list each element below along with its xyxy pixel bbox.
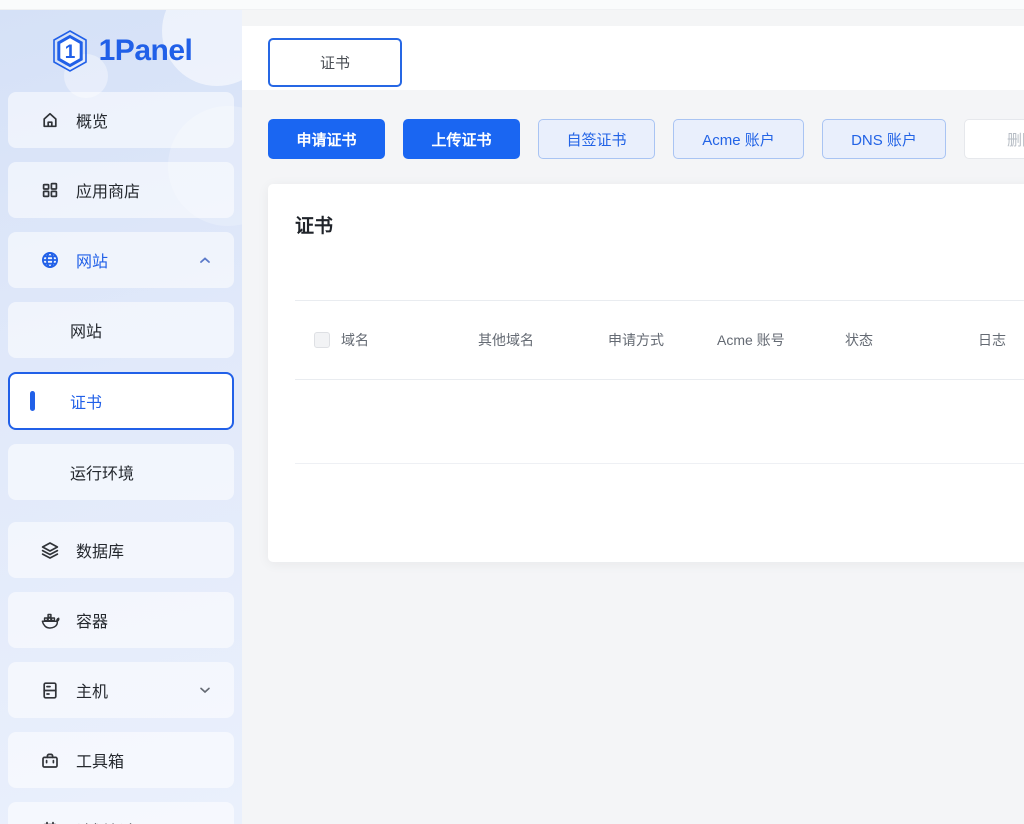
chevron-down-icon <box>198 683 212 697</box>
logo-text: 1Panel <box>99 34 193 68</box>
window-top-edge <box>0 0 1024 10</box>
tab-label: 证书 <box>320 52 350 73</box>
sidebar-subitem-website[interactable]: 网站 <box>8 302 234 358</box>
content-area: 申请证书 上传证书 自签证书 Acme 账户 DNS 账户 删除 证书 域名 其… <box>242 90 1024 824</box>
sidebar-subitem-label: 运行环境 <box>70 460 134 484</box>
sidebar-subitem-label: 证书 <box>70 389 102 413</box>
sidebar-item-label: 概览 <box>76 108 212 132</box>
sidebar-item-website[interactable]: 网站 <box>8 232 234 288</box>
main-area: 证书 申请证书 上传证书 自签证书 Acme 账户 DNS 账户 删除 证书 域… <box>242 10 1024 824</box>
card-title: 证书 <box>295 212 1024 242</box>
sidebar-item-label: 工具箱 <box>76 748 212 772</box>
top-band <box>242 10 1024 26</box>
acme-account-button[interactable]: Acme 账户 <box>673 119 804 159</box>
column-header-apply-method: 申请方式 <box>608 329 717 351</box>
sidebar-item-label: 主机 <box>76 678 198 702</box>
sidebar-nav: 概览 应用商店 网站 <box>0 92 242 824</box>
sidebar-item-label: 容器 <box>76 608 212 632</box>
sidebar-item-label: 计划任务 <box>76 818 212 824</box>
sidebar-item-label: 数据库 <box>76 538 212 562</box>
self-signed-certificate-button[interactable]: 自签证书 <box>538 119 655 159</box>
column-header-other-domains: 其他域名 <box>478 329 608 351</box>
column-header-log: 日志 <box>978 329 1024 351</box>
sidebar-item-app-store[interactable]: 应用商店 <box>8 162 234 218</box>
logo[interactable]: 1 1Panel <box>0 10 242 92</box>
column-header-domain: 域名 <box>341 329 478 351</box>
upload-certificate-button[interactable]: 上传证书 <box>403 119 520 159</box>
docker-icon <box>40 610 60 630</box>
sidebar-item-label: 应用商店 <box>76 178 212 202</box>
tab-bar: 证书 <box>242 26 1024 90</box>
dns-account-button[interactable]: DNS 账户 <box>822 119 946 159</box>
sidebar-item-label: 网站 <box>76 248 198 272</box>
certificate-card: 证书 域名 其他域名 申请方式 Acme 账号 状态 日志 <box>268 184 1024 562</box>
sidebar-item-container[interactable]: 容器 <box>8 592 234 648</box>
chevron-up-icon <box>198 253 212 267</box>
toolbar: 申请证书 上传证书 自签证书 Acme 账户 DNS 账户 删除 <box>268 119 1024 159</box>
app-grid-icon <box>40 180 60 200</box>
sidebar-item-toolbox[interactable]: 工具箱 <box>8 732 234 788</box>
globe-icon <box>40 250 60 270</box>
active-indicator-bar <box>30 391 35 411</box>
sidebar-subitem-label: 网站 <box>70 318 102 342</box>
apply-certificate-button[interactable]: 申请证书 <box>268 119 385 159</box>
sidebar-item-host[interactable]: 主机 <box>8 662 234 718</box>
certificate-table: 域名 其他域名 申请方式 Acme 账号 状态 日志 <box>295 300 1024 464</box>
logo-hexagon-icon: 1 <box>50 29 90 73</box>
sidebar-item-cron[interactable]: 计划任务 <box>8 802 234 824</box>
layers-icon <box>40 540 60 560</box>
empty-table-row <box>295 380 1024 464</box>
svg-text:1: 1 <box>64 42 75 63</box>
column-header-status: 状态 <box>845 329 978 351</box>
server-icon <box>40 680 60 700</box>
sidebar-subitem-certificate[interactable]: 证书 <box>8 372 234 430</box>
toolbox-icon <box>40 750 60 770</box>
select-all-checkbox[interactable] <box>314 332 330 348</box>
home-icon <box>40 110 60 130</box>
sidebar-subitem-runtime[interactable]: 运行环境 <box>8 444 234 500</box>
sidebar-item-overview[interactable]: 概览 <box>8 92 234 148</box>
tab-certificate[interactable]: 证书 <box>268 38 402 87</box>
column-header-acme-account: Acme 账号 <box>717 329 845 351</box>
delete-button[interactable]: 删除 <box>964 119 1024 159</box>
sidebar: 1 1Panel 概览 应用商店 <box>0 10 242 824</box>
sidebar-item-database[interactable]: 数据库 <box>8 522 234 578</box>
calendar-icon <box>40 820 60 824</box>
table-header-row: 域名 其他域名 申请方式 Acme 账号 状态 日志 <box>295 300 1024 380</box>
